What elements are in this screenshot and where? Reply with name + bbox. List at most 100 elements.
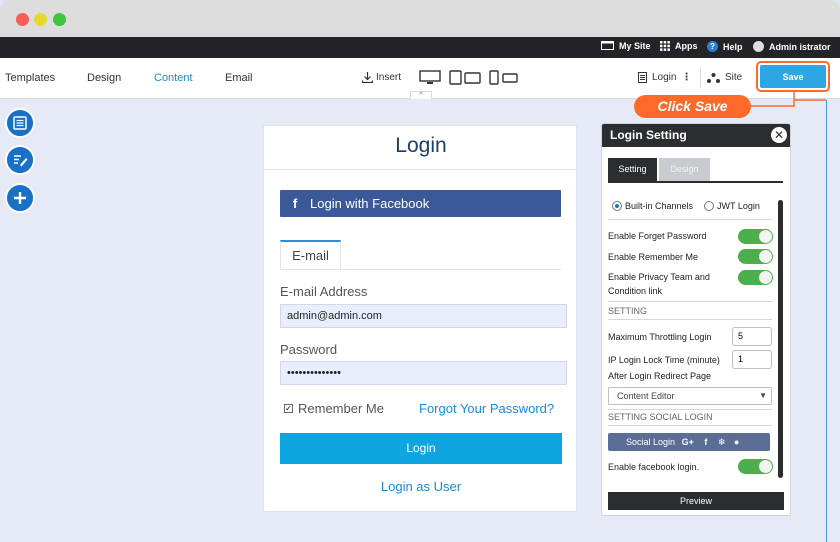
redirect-label: After Login Redirect Page — [608, 371, 712, 381]
redirect-select-value: Content Editor — [617, 391, 675, 401]
add-element-button[interactable] — [5, 183, 35, 213]
max-throttle-input[interactable]: 5 — [732, 327, 772, 346]
social-login-bar[interactable]: Social Login G+ f ❄ ● — [608, 433, 770, 451]
login-setting-panel: Login Setting ✕ Setting Design Built-in … — [601, 123, 791, 516]
callout-connector — [751, 92, 826, 107]
right-guide-line — [826, 100, 827, 542]
facebook-small-icon: f — [704, 437, 708, 447]
facebook-button-label: Login with Facebook — [310, 196, 430, 211]
jwt-login-radio[interactable] — [704, 201, 714, 211]
social-login-label: Social Login — [626, 437, 676, 447]
title-bar — [0, 0, 840, 37]
edit-content-button[interactable] — [5, 145, 35, 175]
login-card: Login f Login with Facebook E-mail E-mai… — [263, 125, 578, 512]
click-save-callout: Click Save — [634, 95, 751, 118]
plus-icon — [14, 192, 26, 204]
close-window-dot[interactable] — [16, 13, 29, 26]
redirect-page-select[interactable]: Content Editor ▼ — [608, 387, 772, 405]
enable-forget-label: Enable Forget Password — [608, 231, 707, 241]
twitter-icon: ❄ — [717, 437, 726, 447]
edit-lines-icon — [13, 155, 27, 167]
enable-facebook-label: Enable facebook login. — [608, 462, 700, 472]
tab-content[interactable]: Content — [154, 72, 193, 84]
top-navigation: My Site Apps ? Help Admin istrator — [0, 37, 840, 58]
max-throttle-label: Maximum Throttling Login — [608, 332, 712, 342]
pages-button[interactable] — [5, 108, 35, 138]
login-card-title: Login — [264, 126, 578, 170]
login-menu-label: Login — [652, 72, 677, 83]
help-link[interactable]: ? Help — [707, 41, 743, 52]
minimize-window-dot[interactable] — [34, 13, 47, 26]
my-site-label: My Site — [619, 41, 651, 51]
toolbar-divider — [700, 68, 701, 88]
enable-remember-toggle[interactable] — [738, 249, 773, 264]
browser-window: My Site Apps ? Help Admin istrator Templ… — [0, 0, 840, 542]
download-icon — [362, 72, 373, 83]
remember-me-checkbox[interactable]: ✓ — [284, 404, 293, 413]
tab-design-panel[interactable]: Design — [659, 158, 710, 181]
user-menu[interactable]: Admin istrator — [753, 41, 831, 52]
social-heading: SETTING SOCIAL LOGIN — [608, 412, 713, 422]
close-icon[interactable]: ✕ — [771, 127, 787, 143]
tab-design[interactable]: Design — [87, 72, 121, 84]
password-field[interactable]: •••••••••••••• — [280, 361, 567, 385]
panel-header: Login Setting ✕ — [602, 124, 790, 147]
tab-email-login[interactable]: E-mail — [280, 240, 341, 270]
builtin-channels-radio[interactable] — [612, 201, 622, 211]
apps-label: Apps — [675, 41, 698, 51]
list-icon — [13, 116, 27, 130]
maximize-window-dot[interactable] — [53, 13, 66, 26]
jwt-login-label: JWT Login — [717, 201, 760, 211]
login-button[interactable]: Login — [280, 433, 562, 464]
preview-button[interactable]: Preview — [608, 492, 784, 510]
enable-remember-label: Enable Remember Me — [608, 252, 699, 262]
chat-icon: ● — [733, 437, 740, 447]
tab-email[interactable]: Email — [225, 72, 253, 84]
login-menu[interactable]: Login ⋮ — [638, 72, 691, 83]
tab-templates[interactable]: Templates — [5, 72, 55, 84]
tab-setting[interactable]: Setting — [608, 158, 657, 181]
enable-privacy-label-line2: Condition link — [608, 286, 663, 296]
ip-lock-label: IP Login Lock Time (minute) — [608, 355, 720, 365]
panel-scrollbar[interactable] — [778, 200, 783, 478]
user-name: Admin istrator — [769, 41, 831, 52]
help-label: Help — [723, 41, 743, 52]
section-divider-3 — [608, 409, 772, 410]
insert-label: Insert — [376, 72, 402, 83]
section-divider-4 — [608, 425, 772, 426]
facebook-icon: f — [292, 196, 298, 211]
tablet-view-icon[interactable] — [449, 70, 481, 85]
document-icon — [638, 72, 647, 83]
google-plus-icon: G+ — [681, 437, 694, 447]
monitor-icon — [601, 41, 614, 50]
forgot-password-link[interactable]: Forgot Your Password? — [419, 401, 554, 416]
editor-toolbar: Templates Design Content Email Insert ^ … — [0, 58, 840, 99]
mobile-view-icon[interactable] — [489, 70, 519, 85]
ip-lock-input[interactable]: 1 — [732, 350, 772, 369]
setting-heading: SETTING — [608, 306, 648, 316]
email-field[interactable]: admin@admin.com — [280, 304, 567, 328]
enable-privacy-toggle[interactable] — [738, 270, 773, 285]
avatar-icon — [753, 41, 764, 52]
apps-link[interactable]: Apps — [660, 41, 698, 51]
collapse-toolbar-icon[interactable]: ^ — [410, 91, 432, 99]
panel-title: Login Setting — [610, 128, 687, 142]
save-button[interactable]: Save — [760, 65, 826, 88]
my-site-link[interactable]: My Site — [601, 41, 651, 51]
section-divider-1 — [608, 301, 772, 302]
site-menu[interactable]: Site — [707, 72, 742, 83]
login-as-user-link[interactable]: Login as User — [264, 479, 578, 494]
kebab-icon[interactable]: ⋮ — [681, 72, 691, 83]
enable-forget-toggle[interactable] — [738, 229, 773, 244]
remember-me-label: Remember Me — [298, 401, 384, 416]
help-icon: ? — [707, 41, 718, 52]
login-with-facebook-button[interactable]: f Login with Facebook — [280, 190, 561, 217]
password-label: Password — [280, 342, 338, 357]
enable-privacy-label: Enable Privacy Team and — [608, 272, 710, 282]
tab-underline — [280, 269, 561, 270]
enable-facebook-toggle[interactable] — [738, 459, 773, 474]
desktop-view-icon[interactable] — [419, 70, 441, 85]
insert-button[interactable]: Insert — [362, 72, 401, 83]
sitemap-icon — [707, 72, 720, 83]
site-label: Site — [725, 72, 743, 83]
